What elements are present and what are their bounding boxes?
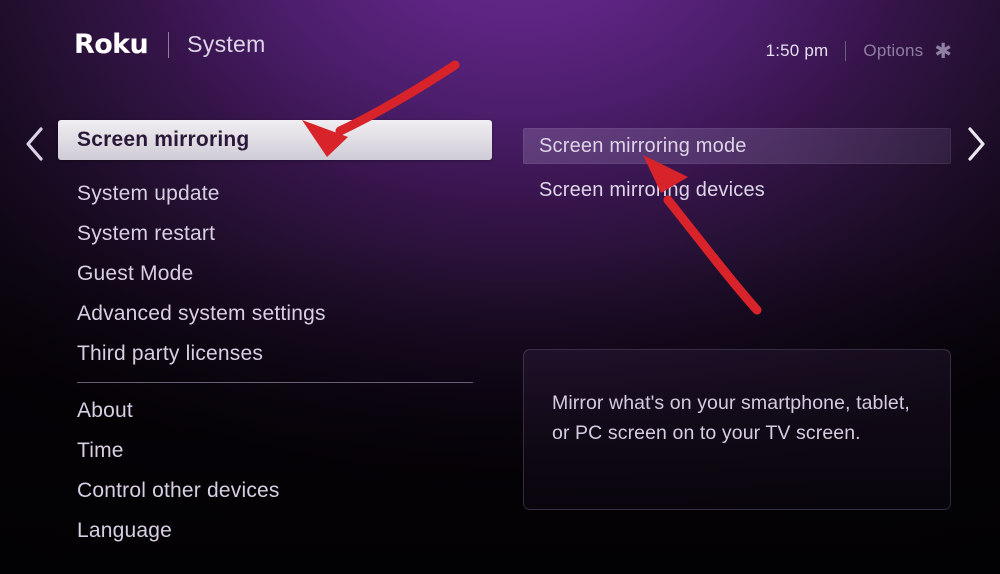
screen-mirroring-submenu: Screen mirroring mode Screen mirroring d… xyxy=(523,128,951,208)
submenu-spacer xyxy=(523,164,951,172)
chevron-right-icon[interactable] xyxy=(962,124,988,164)
header-right-group: 1:50 pm Options ✱ xyxy=(765,40,952,62)
asterisk-icon[interactable]: ✱ xyxy=(934,41,952,62)
menu-item-language[interactable]: Language xyxy=(58,511,492,551)
menu-item-label: Control other devices xyxy=(77,479,280,502)
menu-item-third-party-licenses[interactable]: Third party licenses xyxy=(58,334,492,374)
menu-item-label: Guest Mode xyxy=(77,262,194,285)
roku-logo: Roku xyxy=(74,29,149,60)
menu-divider xyxy=(77,382,473,383)
menu-item-label: System restart xyxy=(77,222,216,245)
menu-item-label: Language xyxy=(77,519,173,542)
menu-item-label: Third party licenses xyxy=(77,342,264,365)
brand-divider xyxy=(168,31,170,58)
submenu-item-screen-mirroring-devices[interactable]: Screen mirroring devices xyxy=(523,172,951,208)
menu-item-label: Advanced system settings xyxy=(77,302,326,325)
menu-item-system-update[interactable]: System update xyxy=(58,174,492,214)
menu-item-guest-mode[interactable]: Guest Mode xyxy=(58,254,492,294)
options-button-label[interactable]: Options xyxy=(863,41,923,61)
menu-item-label: About xyxy=(77,399,133,422)
menu-item-system-restart[interactable]: System restart xyxy=(58,214,492,254)
menu-item-label: Screen mirroring xyxy=(77,128,250,151)
menu-item-time[interactable]: Time xyxy=(58,431,492,471)
page-title: System xyxy=(187,31,266,57)
menu-item-advanced-system-settings[interactable]: Advanced system settings xyxy=(58,294,492,334)
roku-system-settings-screen: Roku System 1:50 pm Options ✱ Screen mir… xyxy=(0,0,1000,574)
menu-item-label: Time xyxy=(77,439,124,462)
submenu-item-label: Screen mirroring devices xyxy=(539,178,765,201)
description-panel: Mirror what's on your smartphone, tablet… xyxy=(523,349,951,510)
brand-group: Roku System xyxy=(74,31,266,58)
system-settings-menu: Screen mirroring System update System re… xyxy=(58,120,492,551)
submenu-item-label: Screen mirroring mode xyxy=(539,134,747,157)
menu-item-about[interactable]: About xyxy=(58,391,492,431)
menu-spacer xyxy=(58,160,492,174)
description-text: Mirror what's on your smartphone, tablet… xyxy=(552,392,910,444)
menu-item-control-other-devices[interactable]: Control other devices xyxy=(58,471,492,511)
header-bar: Roku System 1:50 pm Options ✱ xyxy=(0,0,1000,92)
menu-item-label: System update xyxy=(77,182,220,205)
chevron-left-icon[interactable] xyxy=(22,124,48,164)
clock: 1:50 pm xyxy=(765,40,829,60)
header-divider xyxy=(845,40,847,61)
submenu-item-screen-mirroring-mode[interactable]: Screen mirroring mode xyxy=(523,128,951,164)
menu-item-screen-mirroring[interactable]: Screen mirroring xyxy=(58,120,492,160)
